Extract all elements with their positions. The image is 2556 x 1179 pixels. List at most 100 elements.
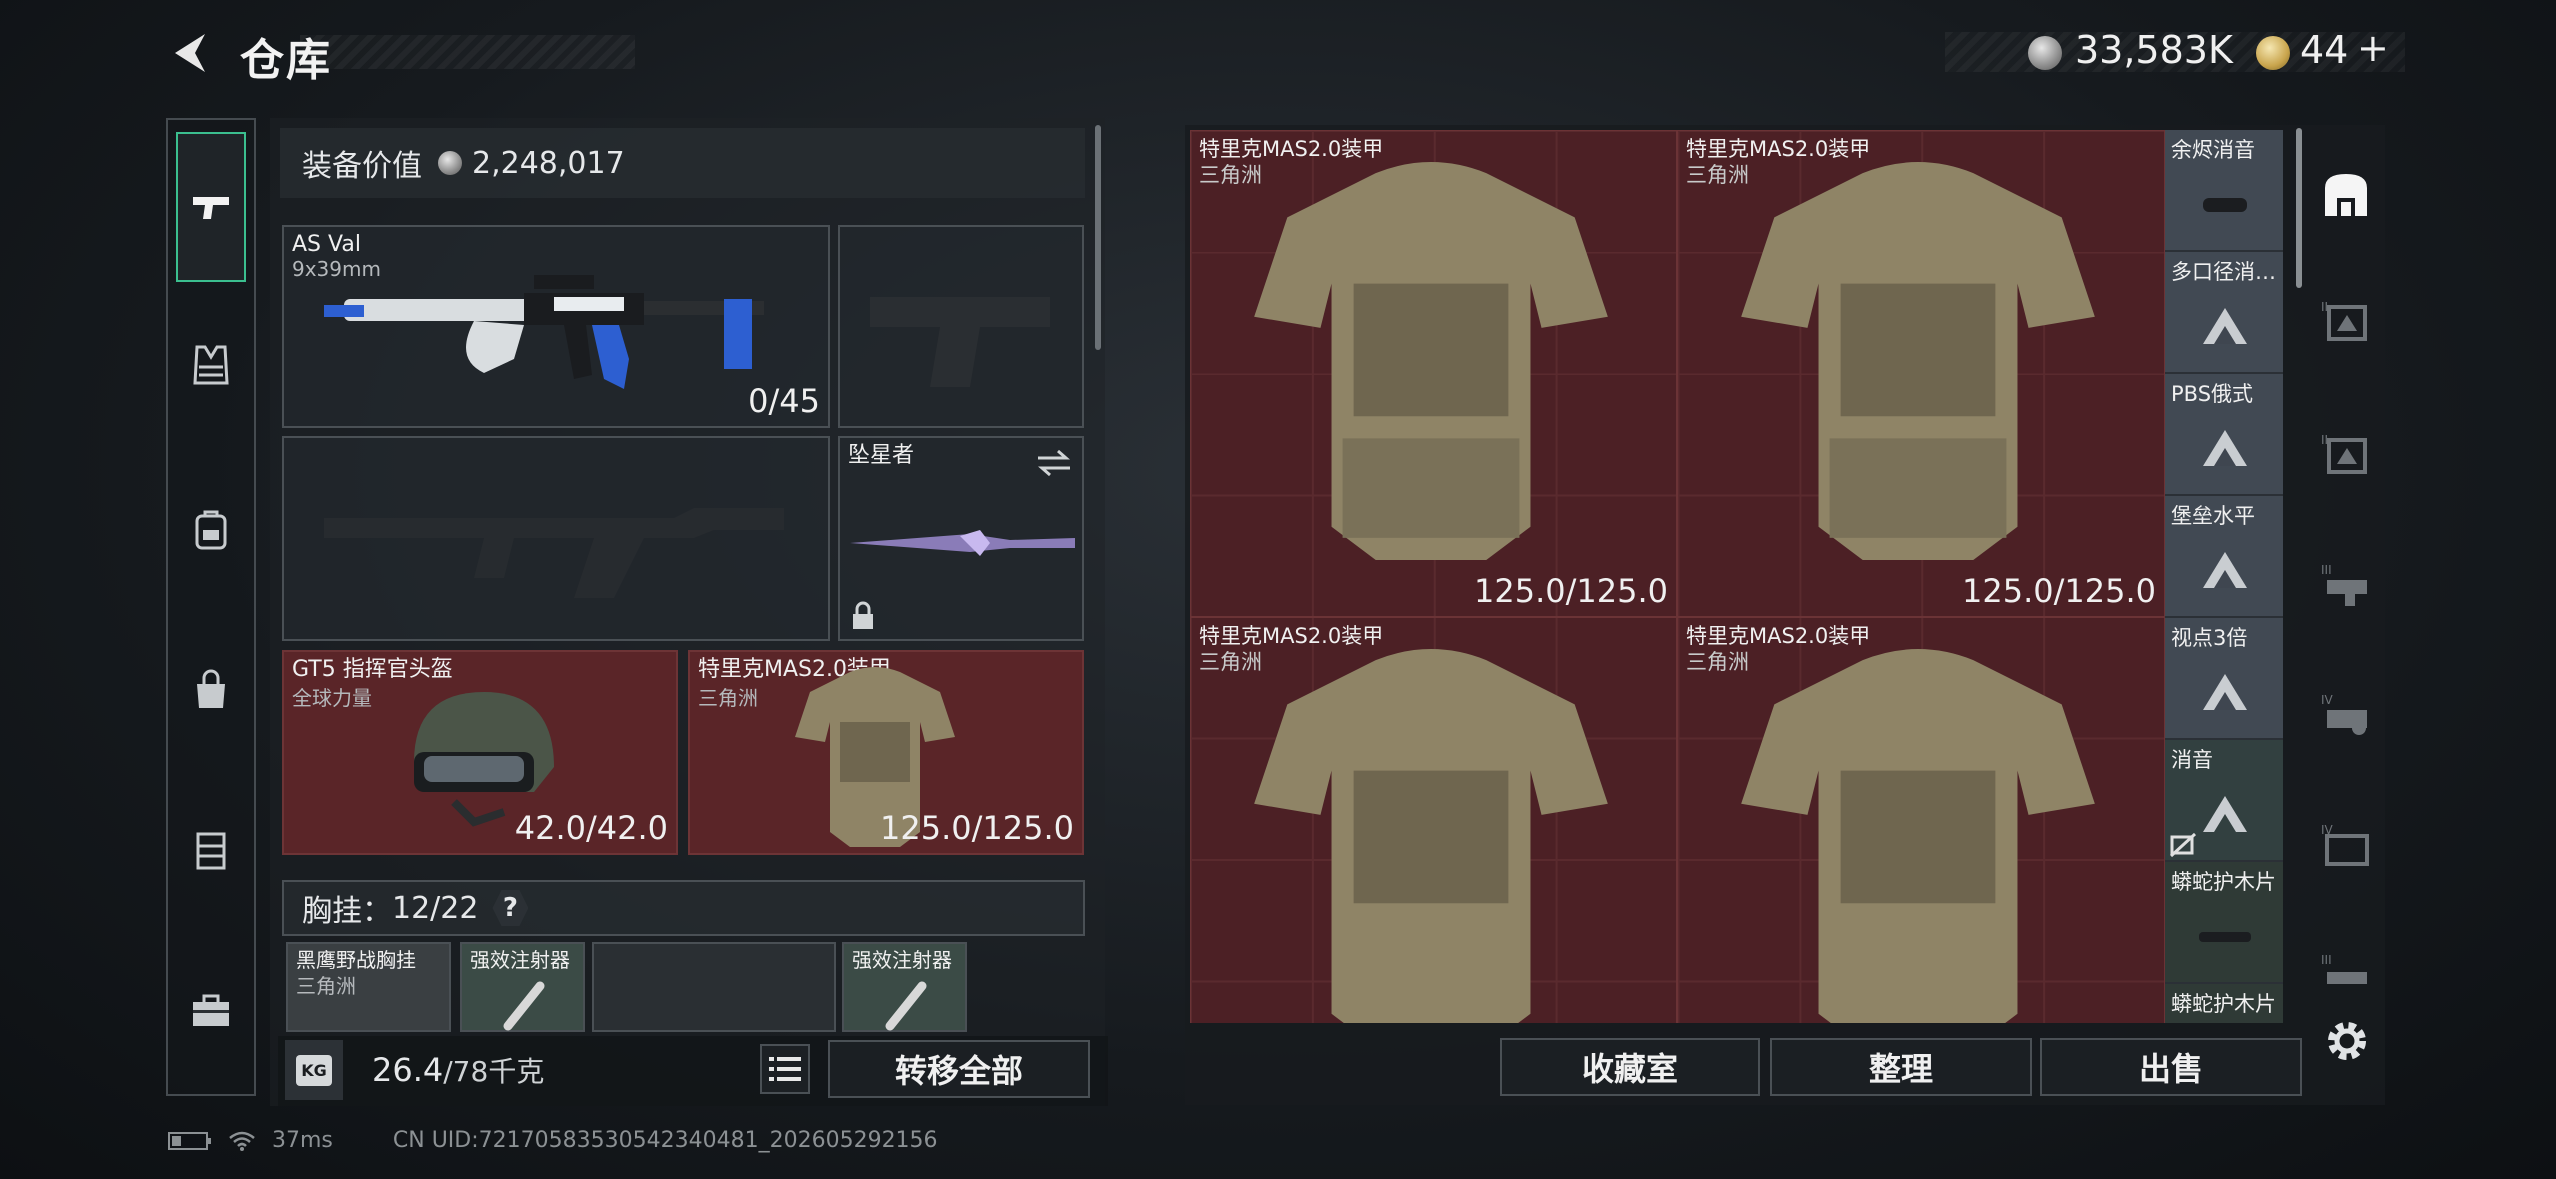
armor-image <box>1254 649 1608 1023</box>
attachment-item[interactable]: 消音 <box>2165 740 2283 862</box>
storage-tier-2-icon: II <box>2321 300 2367 341</box>
weight-current: 26.4 <box>372 1051 444 1089</box>
unequippable-icon <box>2169 832 2197 858</box>
attachment-item[interactable]: 蟒蛇护木片 <box>2165 862 2283 984</box>
safe-case-icon <box>196 832 226 870</box>
attachment-item[interactable]: PBS俄式 <box>2165 374 2283 496</box>
chest-item[interactable]: 强效注射器 <box>460 942 585 1032</box>
primary-weapon-slot[interactable]: AS Val 9x39mm 0/45 <box>282 225 830 428</box>
scrollbar[interactable] <box>2296 128 2302 288</box>
helmet-slot[interactable]: GT5 指挥官头盔 全球力量 42.0/42.0 <box>282 650 678 855</box>
chest-item[interactable]: 强效注射器 <box>842 942 967 1032</box>
chest-item-name: 强效注射器 <box>852 948 952 972</box>
attachment-item[interactable]: 视点3倍 <box>2165 618 2283 740</box>
filter-level-2[interactable]: II <box>2316 292 2376 352</box>
attachment-label: 多口径消… <box>2171 260 2276 284</box>
attachment-item[interactable]: 余烬消音 <box>2165 130 2283 252</box>
melee-slot[interactable]: 坠星者 <box>838 436 1084 641</box>
attachment-label: PBS俄式 <box>2171 382 2254 406</box>
storage-tier-4b-icon: IV <box>2321 823 2369 866</box>
ping-value: 37ms <box>272 1128 333 1153</box>
wifi-icon <box>229 1131 255 1151</box>
chest-item-name: 黑鹰野战胸挂 <box>296 948 416 972</box>
pistol-slot[interactable] <box>838 225 1084 428</box>
attachment-label: 余烬消音 <box>2171 138 2255 162</box>
chest-rig-bar[interactable]: 胸挂 ： 12/22 ? <box>282 880 1085 936</box>
triangle-placeholder-icon <box>2203 674 2247 710</box>
storage-item[interactable]: 特里克MAS2.0装甲 三角洲 125.0/125.0 <box>1190 130 1677 617</box>
backpack-icon <box>195 510 227 550</box>
filter-level-4[interactable]: IV <box>2316 685 2376 745</box>
transfer-all-button[interactable]: 转移全部 <box>828 1040 1090 1098</box>
helmet-brand: 全球力量 <box>292 686 372 710</box>
svg-text:III: III <box>2321 563 2332 577</box>
pistol-icon <box>193 197 229 219</box>
attachment-label: 堡垒水平 <box>2171 504 2255 528</box>
organize-button[interactable]: 整理 <box>1770 1038 2032 1096</box>
triangle-placeholder-icon <box>2203 430 2247 466</box>
storage-tier-3b-icon: III <box>2321 953 2367 984</box>
armor-slot[interactable]: 特里克MAS2.0装甲 三角洲 125.0/125.0 <box>688 650 1084 855</box>
list-icon <box>769 1057 801 1081</box>
filter-level-3b[interactable]: III <box>2316 945 2376 1005</box>
back-arrow-icon[interactable] <box>165 28 215 78</box>
ammo-count: 0/45 <box>748 382 820 420</box>
add-gold-button[interactable]: + <box>2357 26 2389 70</box>
scrollbar[interactable] <box>1095 125 1101 350</box>
armor-image <box>1741 162 2095 560</box>
storage-tier-2b-icon: II <box>2321 433 2367 474</box>
battery-icon <box>168 1131 211 1150</box>
attachment-item[interactable]: 堡垒水平 <box>2165 496 2283 618</box>
rail-item-chest-rig[interactable] <box>176 330 246 400</box>
chest-item-empty[interactable] <box>592 942 836 1032</box>
help-icon[interactable]: ? <box>492 890 529 926</box>
chest-rig-label: 胸挂 <box>302 894 362 929</box>
svg-text:II: II <box>2321 300 2328 314</box>
pistol-silhouette-icon <box>870 297 1050 387</box>
sell-button[interactable]: 出售 <box>2040 1038 2302 1096</box>
collection-room-button[interactable]: 收藏室 <box>1500 1038 1760 1096</box>
storage-tier-4-icon: IV <box>2321 693 2367 735</box>
silver-coin-icon <box>438 151 462 175</box>
rail-item-bag[interactable] <box>176 655 246 725</box>
storage-item[interactable]: 特里克MAS2.0装甲 三角洲 125.0/125.0 <box>1677 130 2165 617</box>
storage-item[interactable]: 特里克MAS2.0装甲 三角洲 <box>1677 617 2165 1023</box>
syringe-icon <box>885 981 927 1031</box>
silver-amount: 33,583K <box>2075 28 2233 72</box>
filter-all[interactable] <box>2316 165 2376 225</box>
rail-item-toolbox[interactable] <box>176 975 246 1045</box>
suppressor-icon <box>2203 198 2247 212</box>
storage-tier-3-icon: III <box>2321 563 2367 606</box>
chest-item[interactable]: 黑鹰野战胸挂 三角洲 <box>286 942 451 1032</box>
attachment-item[interactable]: 多口径消… <box>2165 252 2283 374</box>
swap-icon[interactable] <box>1036 448 1072 478</box>
item-durability: 125.0/125.0 <box>1474 572 1668 610</box>
svg-text:III: III <box>2321 953 2332 967</box>
page-title: 仓库 <box>240 35 332 86</box>
attachment-label: 蟒蛇护木片 <box>2171 992 2276 1016</box>
filter-level-2b[interactable]: II <box>2316 425 2376 485</box>
syringe-icon <box>503 981 545 1031</box>
filter-level-3[interactable]: III <box>2316 555 2376 615</box>
attachment-label: 视点3倍 <box>2171 626 2248 650</box>
rail-item-weapons[interactable] <box>176 132 246 282</box>
chest-rig-count: 12/22 <box>392 890 479 926</box>
triangle-placeholder-icon <box>2203 796 2247 832</box>
equipment-value-label: 装备价值 <box>302 149 422 184</box>
list-view-button[interactable] <box>760 1044 810 1094</box>
chest-rig-colon: ： <box>362 894 392 929</box>
settings-gear-icon[interactable] <box>2322 1016 2372 1066</box>
svg-text:IV: IV <box>2321 823 2334 837</box>
attachment-label: 消音 <box>2171 748 2213 772</box>
silver-coin-icon <box>2028 36 2062 70</box>
equipment-value-bar: 装备价值 2,248,017 <box>280 128 1085 198</box>
storage-item[interactable]: 特里克MAS2.0装甲 三角洲 <box>1190 617 1677 1023</box>
gold-coin-icon <box>2256 36 2290 70</box>
rail-item-backpack[interactable] <box>176 495 246 565</box>
filter-level-4b[interactable]: IV <box>2316 815 2376 875</box>
melee-name: 坠星者 <box>848 443 915 468</box>
rail-item-case[interactable] <box>176 815 246 885</box>
secondary-weapon-slot[interactable] <box>282 436 830 641</box>
attachment-item[interactable]: 蟒蛇护木片 <box>2165 984 2283 1023</box>
attachment-label: 蟒蛇护木片 <box>2171 870 2276 894</box>
